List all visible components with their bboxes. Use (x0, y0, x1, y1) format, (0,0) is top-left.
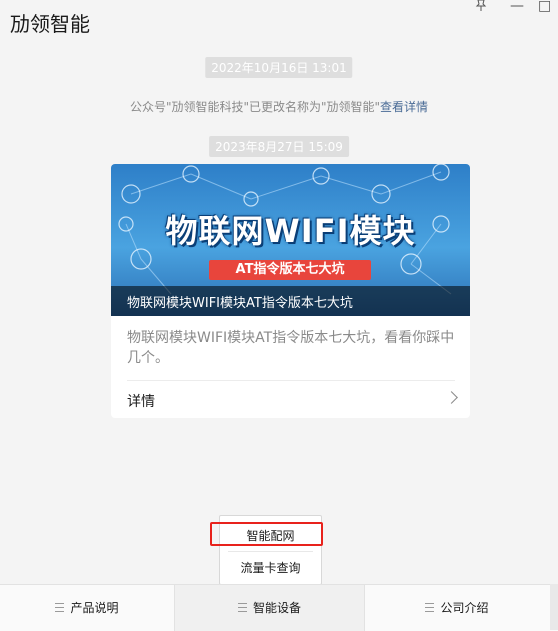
maximize-button[interactable]: □ (538, 0, 551, 14)
view-details-link[interactable]: 查看详情 (380, 100, 428, 114)
pin-icon[interactable] (474, 0, 488, 12)
bottom-menu-bar: 产品说明 智能设备 公司介绍 (0, 584, 558, 631)
notice-text: 公众号"劢领智能科技"已更改名称为"劢领智能" (129, 100, 381, 114)
article-description: 物联网模块WIFI模块AT指令版本七大坑，看看你踩中几个。 (127, 330, 455, 366)
red-highlight-annotation (210, 522, 323, 546)
menu-lines-icon (237, 603, 247, 612)
article-details-row[interactable]: 详情 (111, 381, 470, 418)
menu-tab-company-intro[interactable]: 公司介绍 (364, 585, 550, 631)
menu-tab-product-manual[interactable]: 产品说明 (0, 585, 174, 631)
message-timestamp: 2023年8月27日 15:09 (209, 136, 349, 157)
scrollbar[interactable] (550, 584, 558, 630)
window-header: 劢领智能 — □ (0, 0, 558, 44)
menu-lines-icon (55, 603, 65, 612)
menu-lines-icon (425, 603, 435, 612)
window-title: 劢领智能 (10, 12, 90, 36)
menu-tab-label: 智能设备 (252, 601, 301, 615)
menu-item-data-card-query[interactable]: 流量卡查询 (220, 554, 321, 582)
minimize-button[interactable]: — (510, 0, 524, 14)
details-label: 详情 (127, 394, 155, 410)
menu-separator (228, 551, 313, 552)
chevron-right-icon (445, 391, 458, 404)
menu-tab-smart-devices[interactable]: 智能设备 (174, 585, 365, 631)
menu-tab-label: 产品说明 (70, 601, 119, 615)
cover-title: 物联网WIFI模块 (165, 212, 416, 250)
cover-subtitle: AT指令版本七大坑 (209, 260, 371, 280)
menu-tab-label: 公司介绍 (440, 601, 489, 615)
article-card[interactable]: 物联网WIFI模块 AT指令版本七大坑 物联网模块WIFI模块AT指令版本七大坑… (111, 164, 470, 418)
system-notice: 公众号"劢领智能科技"已更改名称为"劢领智能"查看详情 (0, 98, 558, 115)
article-caption: 物联网模块WIFI模块AT指令版本七大坑 (127, 296, 353, 311)
cover-caption-bar: 物联网模块WIFI模块AT指令版本七大坑 (111, 286, 470, 316)
message-timestamp: 2022年10月16日 13:01 (205, 57, 353, 78)
article-cover-image[interactable]: 物联网WIFI模块 AT指令版本七大坑 物联网模块WIFI模块AT指令版本七大坑 (111, 164, 470, 316)
